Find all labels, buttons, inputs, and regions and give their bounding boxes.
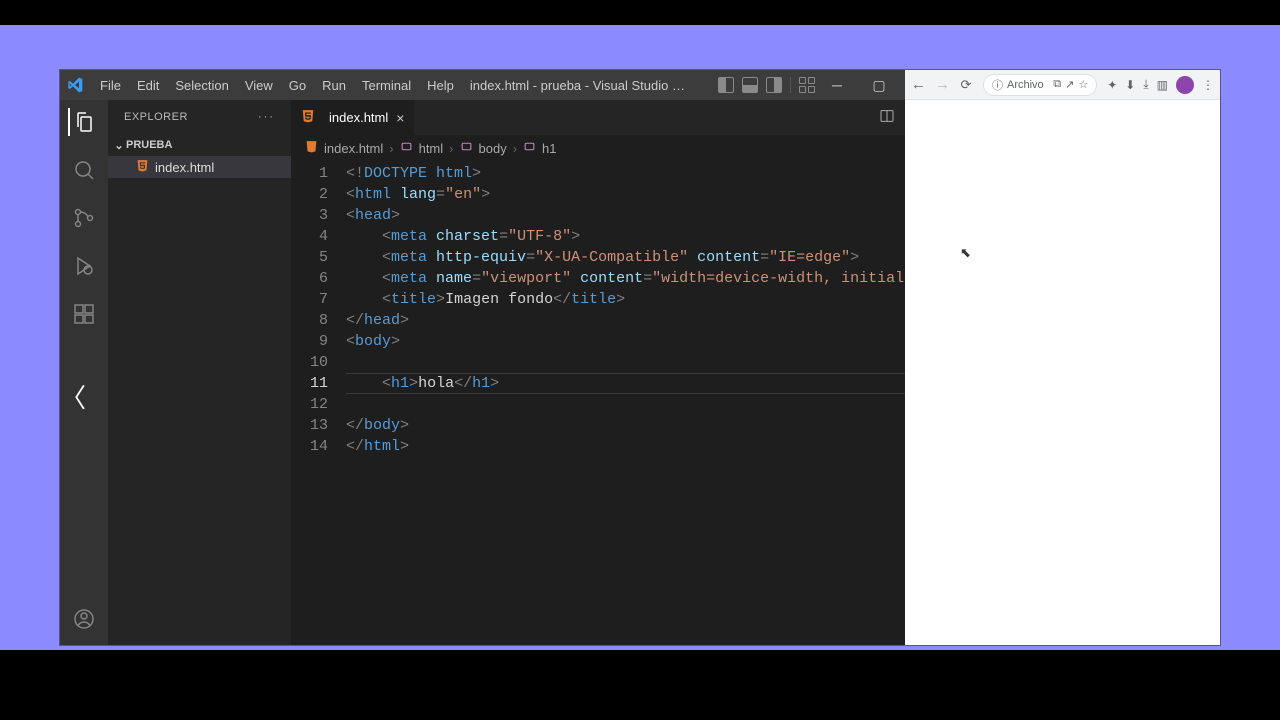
prev-slide-chevron-icon[interactable]: 〈: [60, 378, 86, 415]
browser-toolbar: ← → ⟳ ⓘ Archivo ⧉ ↗ ☆ ✦ ⬇ ⤓ ▥ ⋮: [905, 70, 1220, 100]
breadcrumb-html[interactable]: html: [419, 141, 444, 156]
folder-name: PRUEBA: [126, 139, 172, 151]
address-bar[interactable]: ⓘ Archivo ⧉ ↗ ☆: [983, 74, 1097, 96]
code-line-12[interactable]: [346, 394, 905, 415]
vscode-window: FileEditSelectionViewGoRunTerminalHelp i…: [60, 70, 905, 645]
browser-window: ← → ⟳ ⓘ Archivo ⧉ ↗ ☆ ✦ ⬇ ⤓ ▥ ⋮ ⬉: [905, 70, 1220, 645]
download-icon[interactable]: ⤓: [1143, 77, 1148, 92]
menu-icon[interactable]: ⋮: [1202, 78, 1214, 92]
extensions-icon[interactable]: ✦: [1107, 78, 1117, 92]
explorer-sidebar: EXPLORER ··· ⌄ PRUEBA index.html: [108, 100, 291, 645]
html-file-icon: [305, 140, 318, 156]
close-icon[interactable]: ×: [396, 110, 404, 126]
window-title: index.html - prueba - Visual Studio …: [464, 78, 716, 93]
html-file-icon: [136, 159, 149, 175]
file-index-html[interactable]: index.html: [108, 156, 291, 178]
folder-header[interactable]: ⌄ PRUEBA: [108, 134, 291, 156]
code-line-7[interactable]: <title>Imagen fondo</title>: [346, 289, 905, 310]
explorer-title: EXPLORER: [124, 111, 188, 123]
run-debug-icon[interactable]: [70, 252, 98, 280]
layout-grid-icon[interactable]: [799, 77, 815, 93]
menu-help[interactable]: Help: [419, 74, 462, 97]
extensions-icon[interactable]: [70, 300, 98, 328]
code-line-11[interactable]: <h1>hola</h1>: [346, 373, 905, 394]
code-line-6[interactable]: <meta name="viewport" content="width=dev…: [346, 268, 905, 289]
layout-left-icon[interactable]: [718, 77, 734, 93]
profile-avatar[interactable]: [1176, 76, 1194, 94]
share-icon[interactable]: ↗: [1065, 78, 1074, 91]
layout-right-icon[interactable]: [766, 77, 782, 93]
code-line-8[interactable]: </head>: [346, 310, 905, 331]
explorer-icon[interactable]: [68, 108, 98, 136]
code-line-14[interactable]: </html>: [346, 436, 905, 457]
code-line-13[interactable]: </body>: [346, 415, 905, 436]
editor-area: index.html × index.html›html›body›h1 123…: [291, 100, 905, 645]
code-line-1[interactable]: <!DOCTYPE html>: [346, 163, 905, 184]
tab-label: index.html: [329, 110, 388, 125]
menu-selection[interactable]: Selection: [167, 74, 236, 97]
maximize-button[interactable]: ▢: [859, 77, 899, 94]
browser-page[interactable]: ⬉: [905, 100, 1220, 645]
menu-run[interactable]: Run: [314, 74, 354, 97]
minimize-button[interactable]: ─: [817, 77, 857, 93]
breadcrumbs[interactable]: index.html›html›body›h1: [291, 135, 905, 161]
menu-go[interactable]: Go: [281, 74, 314, 97]
star-icon[interactable]: ☆: [1078, 78, 1088, 91]
back-button[interactable]: ←: [911, 76, 925, 93]
titlebar: FileEditSelectionViewGoRunTerminalHelp i…: [60, 70, 905, 100]
layout-controls: [718, 77, 815, 93]
chevron-down-icon: ⌄: [114, 139, 124, 152]
mouse-cursor-icon: ⬉: [960, 245, 971, 261]
tag-icon: [460, 140, 473, 156]
source-control-icon[interactable]: [70, 204, 98, 232]
tab-index-html[interactable]: index.html ×: [291, 100, 415, 135]
search-icon[interactable]: [70, 156, 98, 184]
accounts-icon[interactable]: [70, 605, 98, 633]
html-file-icon: [301, 109, 315, 126]
code-line-10[interactable]: [346, 352, 905, 373]
explorer-more-icon[interactable]: ···: [258, 111, 275, 123]
menu-terminal[interactable]: Terminal: [354, 74, 419, 97]
activity-bar: [60, 100, 108, 645]
user-icon[interactable]: ⬇: [1125, 78, 1135, 92]
code-line-2[interactable]: <html lang="en">: [346, 184, 905, 205]
menu-edit[interactable]: Edit: [129, 74, 167, 97]
vscode-logo-icon: [66, 76, 84, 94]
tag-icon: [523, 140, 536, 156]
forward-button[interactable]: →: [935, 76, 949, 93]
code-line-9[interactable]: <body>: [346, 331, 905, 352]
tab-bar: index.html ×: [291, 100, 905, 135]
info-icon: ⓘ: [992, 77, 1003, 93]
menu-file[interactable]: File: [92, 74, 129, 97]
code-editor[interactable]: 1234567891011121314 <!DOCTYPE html><html…: [291, 161, 905, 645]
breadcrumb-h1[interactable]: h1: [542, 141, 556, 156]
breadcrumb-body[interactable]: body: [479, 141, 507, 156]
menu-view[interactable]: View: [237, 74, 281, 97]
panel-icon[interactable]: ▥: [1157, 78, 1168, 92]
reload-button[interactable]: ⟳: [959, 77, 973, 93]
code-line-3[interactable]: <head>: [346, 205, 905, 226]
code-line-5[interactable]: <meta http-equiv="X-UA-Compatible" conte…: [346, 247, 905, 268]
code-line-4[interactable]: <meta charset="UTF-8">: [346, 226, 905, 247]
layout-bottom-icon[interactable]: [742, 77, 758, 93]
breadcrumb-index.html[interactable]: index.html: [324, 141, 383, 156]
tag-icon: [400, 140, 413, 156]
copy-icon[interactable]: ⧉: [1053, 78, 1061, 91]
split-editor-icon[interactable]: [879, 108, 895, 127]
address-label: Archivo: [1007, 79, 1044, 91]
